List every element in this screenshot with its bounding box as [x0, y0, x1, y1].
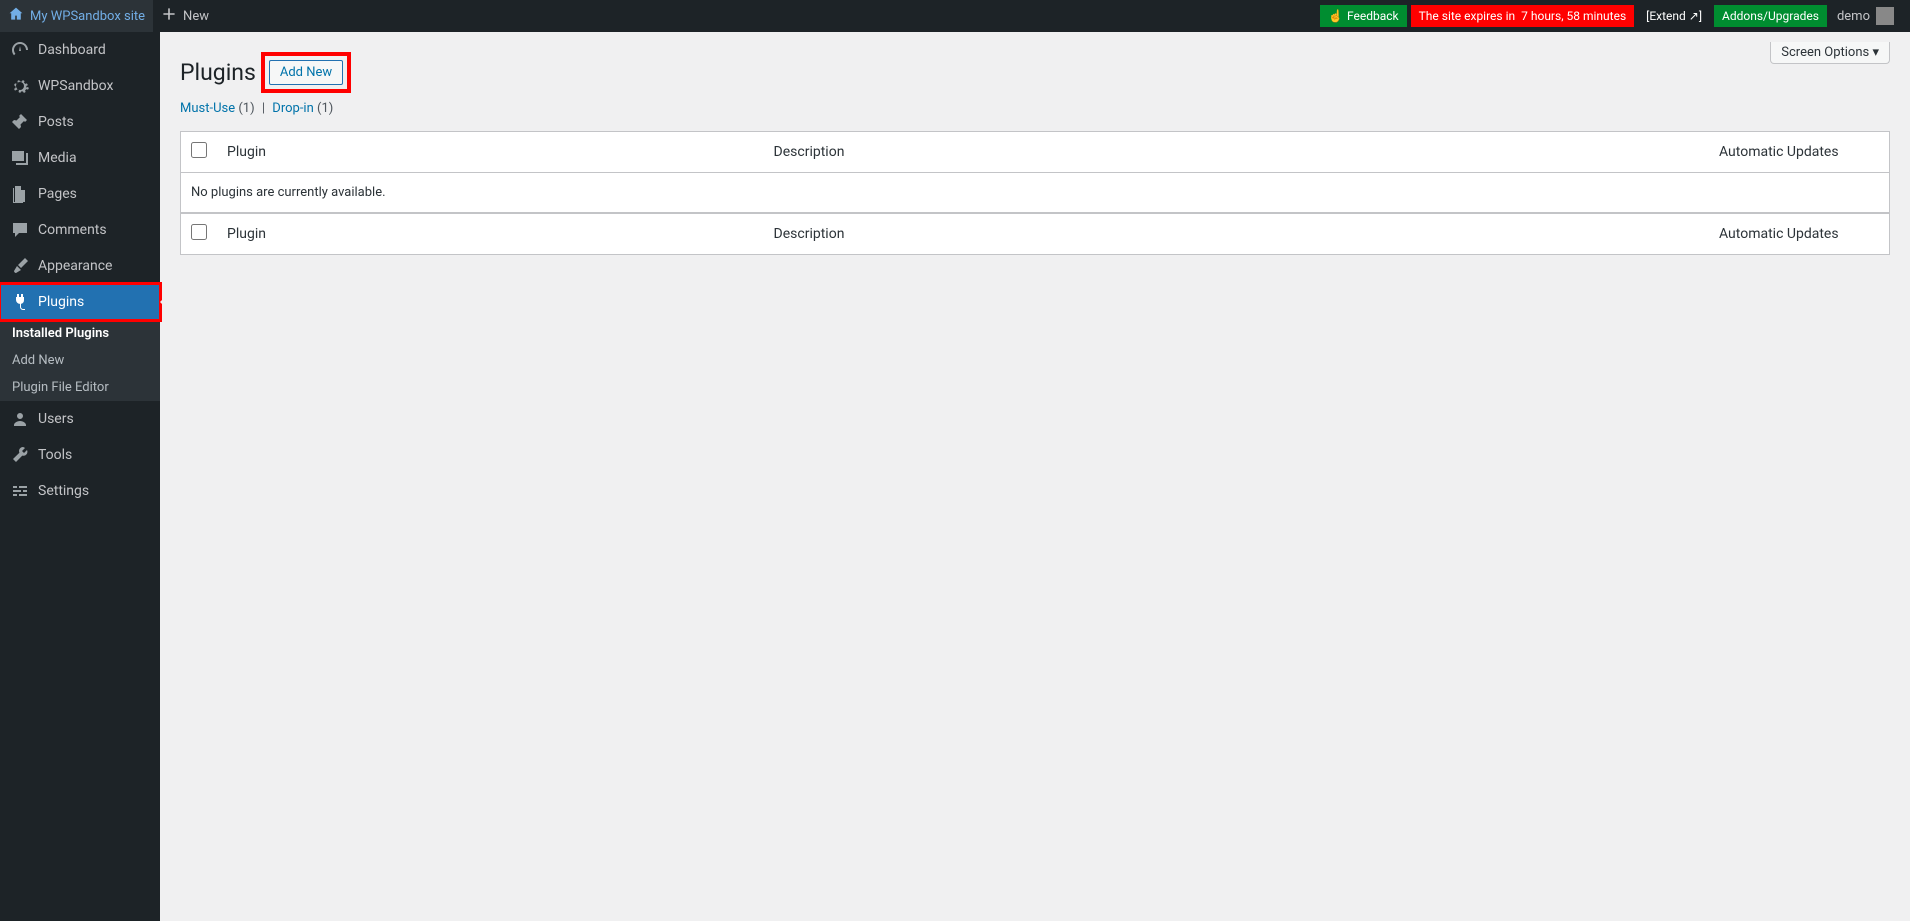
sidebar-item-tools[interactable]: Tools [0, 437, 160, 473]
sidebar-item-label: Comments [38, 222, 107, 238]
sidebar-item-label: Users [38, 411, 74, 427]
must-use-count: (1) [238, 101, 254, 116]
filter-drop-in[interactable]: Drop-in [272, 101, 313, 116]
brush-icon [10, 256, 30, 276]
pin-icon [10, 112, 30, 132]
chevron-down-icon: ▾ [1872, 45, 1879, 60]
plus-icon [161, 6, 177, 26]
feedback-icon: ☝ [1328, 9, 1343, 23]
comments-icon [10, 220, 30, 240]
col-description: Description [764, 132, 1709, 173]
add-new-button[interactable]: Add New [269, 60, 343, 85]
sidebar-item-label: Tools [38, 447, 72, 463]
sidebar-item-label: WPSandbox [38, 78, 113, 94]
sidebar-item-media[interactable]: Media [0, 140, 160, 176]
admin-bar: My WPSandbox site New ☝ Feedback The sit… [0, 0, 1910, 32]
select-all-top[interactable] [191, 142, 207, 158]
screen-options-wrap: Screen Options ▾ [1770, 42, 1890, 64]
sidebar-item-label: Pages [38, 186, 77, 202]
add-new-highlight: Add New [261, 52, 351, 93]
no-items-row: No plugins are currently available. [181, 173, 1889, 213]
site-home-link[interactable]: My WPSandbox site [0, 0, 153, 32]
filter-must-use[interactable]: Must-Use [180, 101, 235, 116]
submenu-plugin-file-editor[interactable]: Plugin File Editor [0, 374, 160, 401]
sidebar-item-comments[interactable]: Comments [0, 212, 160, 248]
drop-in-count: (1) [317, 101, 333, 116]
sidebar-item-label: Plugins [38, 294, 84, 310]
submenu-installed-plugins[interactable]: Installed Plugins [0, 320, 160, 347]
table-header-row: Plugin Description Automatic Updates [181, 132, 1889, 173]
media-icon [10, 148, 30, 168]
page-title: Plugins [180, 59, 256, 86]
col-plugin-foot[interactable]: Plugin [217, 213, 764, 254]
plugins-table: Plugin Description Automatic Updates No … [180, 131, 1890, 255]
col-auto-updates: Automatic Updates [1709, 132, 1889, 173]
col-auto-updates-foot: Automatic Updates [1709, 213, 1889, 254]
sidebar-item-wpsandbox[interactable]: WPSandbox [0, 68, 160, 104]
sidebar-item-label: Posts [38, 114, 74, 130]
avatar [1876, 7, 1894, 25]
page-header: Plugins Add New [180, 52, 1770, 93]
sidebar-item-label: Appearance [38, 258, 112, 274]
no-items-message: No plugins are currently available. [181, 173, 1889, 213]
feedback-badge[interactable]: ☝ Feedback [1320, 5, 1407, 27]
dashboard-icon [10, 40, 30, 60]
sidebar-item-plugins[interactable]: Plugins [0, 284, 160, 320]
sidebar-item-label: Dashboard [38, 42, 106, 58]
table-footer-row: Plugin Description Automatic Updates [181, 213, 1889, 254]
home-icon [8, 6, 24, 26]
expires-badge: The site expires in 7 hours, 58 minutes [1411, 5, 1635, 27]
site-name: My WPSandbox site [30, 9, 145, 24]
wrench-icon [10, 445, 30, 465]
user-menu[interactable]: demo [1829, 7, 1902, 25]
sidebar-item-label: Media [38, 150, 77, 166]
col-plugin[interactable]: Plugin [217, 132, 764, 173]
sliders-icon [10, 481, 30, 501]
plugin-filters: Must-Use (1) | Drop-in (1) [180, 101, 1890, 116]
addons-link[interactable]: Addons/Upgrades [1714, 5, 1827, 27]
col-description-foot: Description [764, 213, 1709, 254]
extend-link[interactable]: [Extend ↗] [1638, 5, 1710, 27]
submenu-add-new[interactable]: Add New [0, 347, 160, 374]
gear-icon [10, 76, 30, 96]
sidebar-item-dashboard[interactable]: Dashboard [0, 32, 160, 68]
admin-sidebar: Dashboard WPSandbox Posts Media Pages Co… [0, 32, 160, 921]
sidebar-item-settings[interactable]: Settings [0, 473, 160, 509]
select-all-bottom[interactable] [191, 224, 207, 240]
sidebar-item-users[interactable]: Users [0, 401, 160, 437]
sidebar-item-appearance[interactable]: Appearance [0, 248, 160, 284]
sidebar-item-label: Settings [38, 483, 89, 499]
plugins-submenu: Installed Plugins Add New Plugin File Ed… [0, 320, 160, 401]
pages-icon [10, 184, 30, 204]
main-content: Screen Options ▾ Plugins Add New Must-Us… [160, 32, 1910, 275]
sidebar-item-posts[interactable]: Posts [0, 104, 160, 140]
screen-options-button[interactable]: Screen Options ▾ [1770, 42, 1890, 64]
sidebar-item-pages[interactable]: Pages [0, 176, 160, 212]
user-name: demo [1837, 9, 1870, 24]
new-content-link[interactable]: New [153, 0, 217, 32]
plugin-icon [10, 292, 30, 312]
new-label: New [183, 9, 209, 24]
users-icon [10, 409, 30, 429]
